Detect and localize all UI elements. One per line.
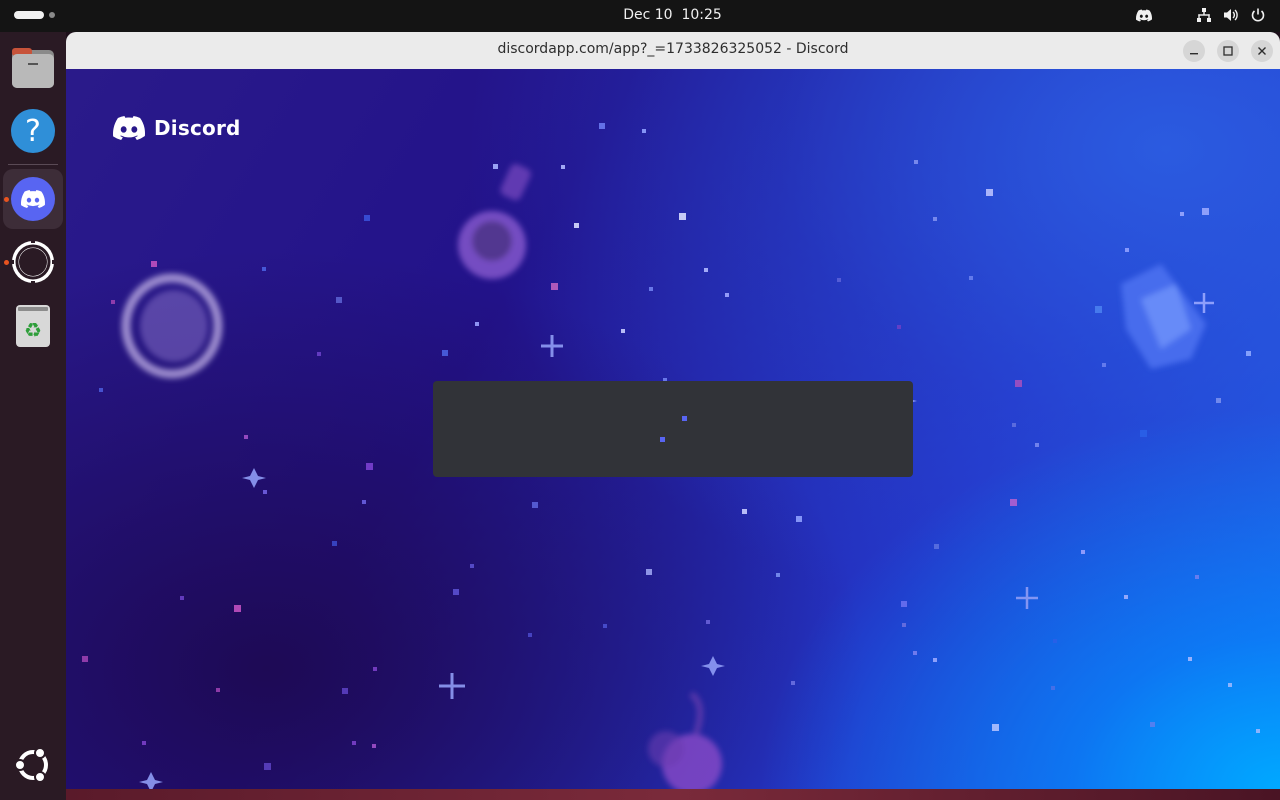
running-indicator — [4, 197, 9, 202]
minimize-icon — [1190, 53, 1198, 55]
clock[interactable]: Dec 10 10:25 — [0, 7, 1280, 23]
title-bar[interactable]: discordapp.com/app?_=1733826325052 - Dis… — [66, 32, 1280, 70]
discord-logo: Discord — [113, 116, 241, 140]
ring-decoration — [121, 273, 223, 379]
potion-decoration — [458, 164, 531, 279]
discord-app-icon — [11, 177, 55, 221]
dock: ? ♻ — [0, 32, 66, 800]
help-icon: ? — [11, 109, 55, 153]
window-title: discordapp.com/app?_=1733826325052 - Dis… — [497, 41, 849, 57]
loading-spinner-cube — [660, 437, 665, 442]
close-icon — [1258, 47, 1266, 55]
discord-loading-screen: Discord — [66, 69, 1280, 789]
desktop-wallpaper-strip — [66, 789, 1280, 800]
maximize-button[interactable] — [1217, 40, 1239, 62]
network-icon[interactable] — [1196, 7, 1212, 23]
discord-icon[interactable] — [1136, 9, 1152, 22]
dock-settings[interactable] — [3, 232, 63, 292]
close-button[interactable] — [1251, 40, 1273, 62]
loading-card — [433, 381, 913, 477]
discord-wordmark: Discord — [154, 116, 241, 140]
cherry-decoration — [648, 691, 722, 789]
sparkles — [139, 293, 1214, 789]
volume-icon[interactable] — [1223, 7, 1239, 23]
discord-logo-icon — [113, 116, 145, 140]
dock-help[interactable]: ? — [3, 101, 63, 161]
dock-files[interactable] — [3, 38, 63, 98]
minimize-button[interactable] — [1183, 40, 1205, 62]
trash-icon: ♻ — [16, 305, 50, 347]
running-indicator — [4, 260, 9, 265]
dock-discord[interactable] — [3, 169, 63, 229]
settings-icon — [10, 239, 56, 285]
dock-trash[interactable]: ♻ — [3, 296, 63, 356]
loading-spinner-cube — [682, 416, 687, 421]
crystal-decoration — [1121, 264, 1206, 369]
discord-window: discordapp.com/app?_=1733826325052 - Dis… — [66, 32, 1280, 789]
dock-separator — [8, 164, 58, 165]
svg-text:♻: ♻ — [24, 318, 42, 342]
files-icon — [12, 48, 54, 88]
ubuntu-logo-icon — [14, 747, 48, 783]
maximize-icon — [1223, 46, 1233, 56]
svg-text:?: ? — [25, 114, 41, 149]
top-bar: Dec 10 10:25 — [0, 0, 1280, 32]
show-apps-button[interactable] — [3, 735, 63, 795]
power-icon[interactable] — [1250, 7, 1266, 23]
system-tray[interactable] — [1136, 7, 1266, 23]
